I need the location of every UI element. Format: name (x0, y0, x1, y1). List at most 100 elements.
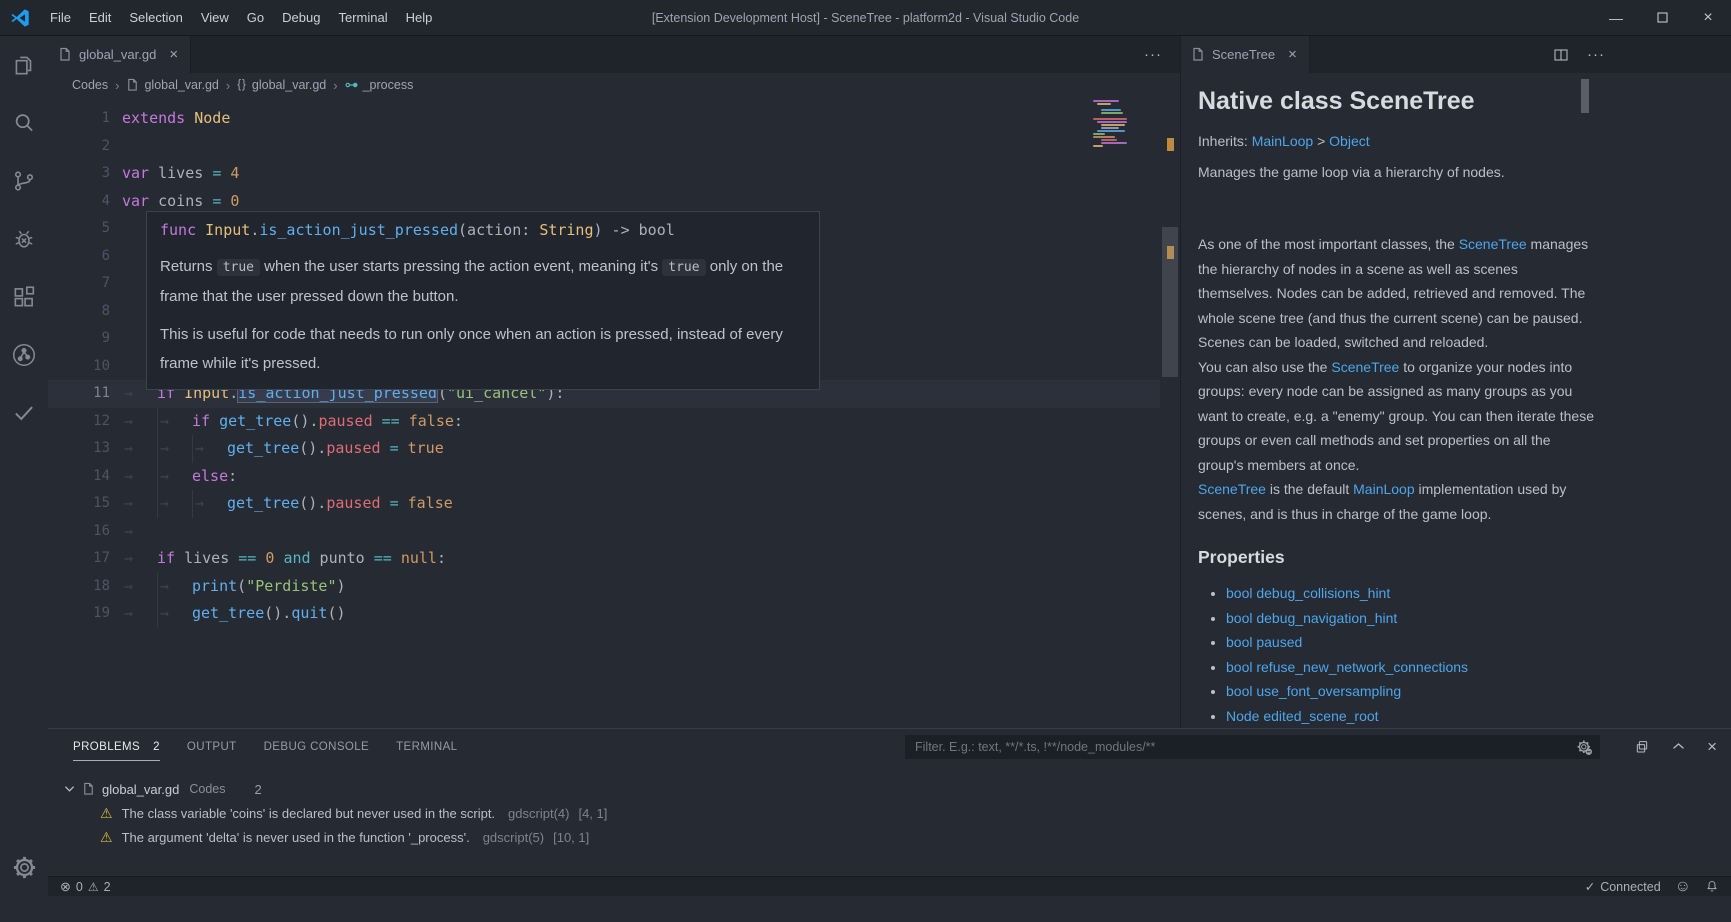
maximize-button[interactable] (1639, 0, 1685, 35)
problem-row[interactable]: ⚠The class variable 'coins' is declared … (48, 801, 1731, 825)
code-line[interactable]: 12→→if get_tree().paused == false: (48, 408, 1160, 436)
overview-ruler[interactable] (1160, 97, 1180, 728)
close-tab-icon[interactable]: × (167, 46, 180, 63)
tab-label: SceneTree (1212, 47, 1275, 62)
code-line[interactable]: 13→→→get_tree().paused = true (48, 435, 1160, 463)
code-editor-group: global_var.gd × ··· Codes›global_var.gd›… (48, 36, 1181, 728)
code-line[interactable]: 3var lives = 4 (48, 160, 1160, 188)
property-link[interactable]: bool debug_collisions_hint (1226, 585, 1390, 601)
breadcrumb-item[interactable]: global_var.gd (126, 78, 218, 92)
menu-debug[interactable]: Debug (273, 0, 329, 35)
property-link[interactable]: Node edited_scene_root (1226, 708, 1379, 724)
line-number: 18 (48, 573, 110, 601)
inherits-link[interactable]: MainLoop (1252, 133, 1314, 149)
explorer-icon[interactable] (0, 36, 48, 94)
menu-go[interactable]: Go (238, 0, 273, 35)
code-text: →if lives == 0 and punto == null: (110, 545, 446, 573)
property-link[interactable]: bool debug_navigation_hint (1226, 610, 1397, 626)
line-number: 8 (48, 298, 110, 326)
line-number: 3 (48, 160, 110, 188)
warning-icon: ⚠ (88, 880, 99, 894)
code-line[interactable]: 16→ (48, 518, 1160, 546)
code-line[interactable]: 1extends Node (48, 105, 1160, 133)
class-link[interactable]: SceneTree (1459, 236, 1527, 252)
close-window-button[interactable]: × (1685, 0, 1731, 35)
class-link[interactable]: SceneTree (1198, 481, 1266, 497)
problem-message: The argument 'delta' is never used in th… (122, 830, 470, 845)
line-number: 4 (48, 188, 110, 216)
code-line[interactable]: 19→→get_tree().quit() (48, 600, 1160, 628)
problems-file-row[interactable]: global_var.gd Codes 2 (48, 777, 1731, 801)
code-line[interactable]: 18→→print("Perdiste") (48, 573, 1160, 601)
filter-settings-icon[interactable] (1576, 739, 1593, 756)
notifications-bell-icon[interactable] (1705, 879, 1719, 894)
split-editor-icon[interactable] (1553, 47, 1569, 63)
docs-scrollbar-thumb[interactable] (1581, 79, 1589, 113)
code-text: →→else: (110, 463, 237, 491)
breadcrumb-separator: › (333, 78, 337, 93)
menu-terminal[interactable]: Terminal (329, 0, 396, 35)
line-number: 16 (48, 518, 110, 546)
property-link[interactable]: bool use_font_oversampling (1226, 683, 1401, 699)
close-panel-icon[interactable]: × (1707, 737, 1717, 757)
chevron-down-icon[interactable] (64, 785, 75, 793)
problem-source: gdscript(5) (483, 830, 544, 845)
breadcrumb-item[interactable]: {}global_var.gd (237, 78, 326, 92)
problem-rows: ⚠The class variable 'coins' is declared … (48, 801, 1731, 849)
tab-scenetree[interactable]: SceneTree × (1181, 36, 1310, 73)
docs-more-actions-icon[interactable]: ··· (1587, 46, 1605, 63)
search-icon[interactable] (0, 94, 48, 152)
code-text: var lives = 4 (110, 160, 239, 188)
source-control-icon[interactable] (0, 152, 48, 210)
errors-warnings-status[interactable]: ⊗ 0 ⚠ 2 (60, 879, 111, 895)
code-editor[interactable]: 1extends Node23var lives = 44var coins =… (48, 97, 1180, 728)
code-line[interactable]: 14→→else: (48, 463, 1160, 491)
maximize-panel-icon[interactable] (1671, 739, 1686, 754)
property-link[interactable]: bool paused (1226, 634, 1302, 650)
checklist-icon[interactable] (0, 384, 48, 442)
panel-tab-debug-console[interactable]: DEBUG CONSOLE (264, 741, 370, 753)
connected-status[interactable]: ✓ Connected (1585, 879, 1661, 894)
extensions-icon[interactable] (0, 268, 48, 326)
code-line[interactable]: 15→→→get_tree().paused = false (48, 490, 1160, 518)
class-link[interactable]: SceneTree (1331, 359, 1399, 375)
code-line[interactable]: 2 (48, 133, 1160, 161)
breadcrumb-item[interactable]: Codes (72, 78, 108, 92)
menu-help[interactable]: Help (397, 0, 442, 35)
menu-edit[interactable]: Edit (80, 0, 120, 35)
status-bar: ⊗ 0 ⚠ 2 ✓ Connected ☺ (48, 876, 1731, 896)
minimize-button[interactable]: — (1593, 0, 1639, 35)
panel-tab-problems[interactable]: PROBLEMS2 (73, 741, 160, 753)
line-number: 15 (48, 490, 110, 518)
editor-more-actions-icon[interactable]: ··· (1144, 46, 1162, 63)
panel-tab-label: DEBUG CONSOLE (264, 741, 370, 753)
scrollbar-thumb[interactable] (1162, 227, 1178, 377)
breadcrumb-item[interactable]: _process (345, 78, 414, 92)
file-icon (126, 78, 139, 92)
minimap[interactable] (1093, 100, 1148, 146)
problems-file-path: Codes (189, 782, 225, 796)
feedback-smiley-icon[interactable]: ☺ (1675, 878, 1691, 896)
menu-selection[interactable]: Selection (120, 0, 191, 35)
vscode-logo-icon (9, 7, 31, 29)
manage-gear-icon[interactable] (0, 838, 48, 896)
docs-panel-group: SceneTree × ··· Native class SceneTree I… (1181, 36, 1731, 728)
menu-file[interactable]: File (41, 0, 80, 35)
problem-position: [10, 1] (553, 830, 589, 845)
inline-code-chip: true (662, 259, 705, 276)
godot-tools-icon[interactable] (0, 326, 48, 384)
property-link[interactable]: bool refuse_new_network_connections (1226, 659, 1468, 675)
close-tab-icon[interactable]: × (1286, 46, 1299, 63)
line-number: 5 (48, 215, 110, 243)
tab-global-var-gd[interactable]: global_var.gd × (48, 36, 191, 73)
debug-icon[interactable] (0, 210, 48, 268)
panel-tab-output[interactable]: OUTPUT (187, 741, 237, 753)
inherits-link[interactable]: Object (1329, 133, 1369, 149)
problem-row[interactable]: ⚠The argument 'delta' is never used in t… (48, 825, 1731, 849)
panel-tab-terminal[interactable]: TERMINAL (396, 741, 457, 753)
class-link[interactable]: MainLoop (1353, 481, 1415, 497)
problems-filter-input[interactable] (905, 735, 1600, 759)
menu-view[interactable]: View (192, 0, 238, 35)
code-line[interactable]: 17→if lives == 0 and punto == null: (48, 545, 1160, 573)
panel-position-icon[interactable] (1634, 739, 1650, 755)
